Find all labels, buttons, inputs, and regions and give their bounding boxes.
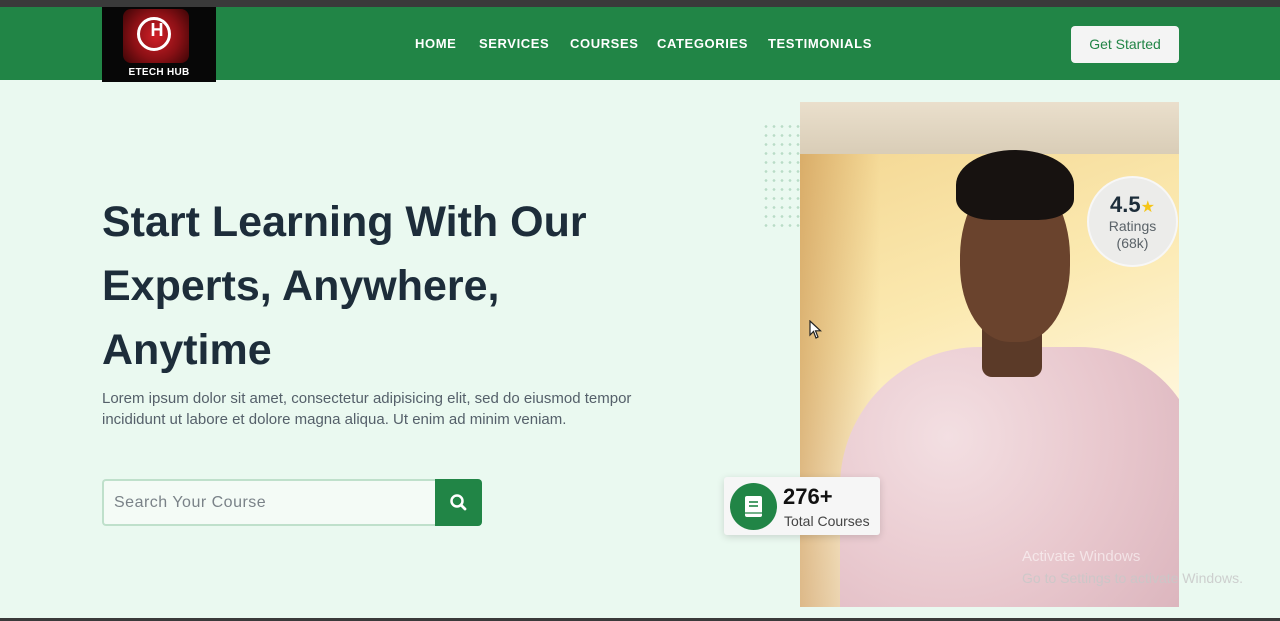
hero-description: Lorem ipsum dolor sit amet, consectetur … [102, 390, 632, 428]
os-activation-watermark-text: Go to Settings to activate Windows. [1022, 570, 1243, 586]
search-input[interactable] [104, 481, 436, 524]
course-search [102, 479, 436, 526]
logo-monogram: H [150, 20, 164, 40]
get-started-button[interactable]: Get Started [1071, 26, 1179, 63]
decorative-dot-grid [762, 122, 802, 232]
nav-testimonials[interactable]: TESTIMONIALS [768, 36, 872, 51]
photo-person-shirt [840, 347, 1179, 607]
rating-value-row: 4.5★ [1089, 192, 1176, 218]
headline-line-1: Start Learning With Our [102, 198, 587, 246]
search-icon [450, 494, 467, 511]
book-icon [745, 496, 762, 517]
mouse-cursor-icon [809, 320, 823, 339]
hero-headline: Start Learning With Our Experts, Anywher… [102, 190, 662, 382]
courses-label: Total Courses [784, 513, 870, 529]
star-icon: ★ [1140, 199, 1155, 216]
total-courses-badge: 276+ Total Courses [724, 477, 880, 535]
rating-value: 4.5 [1110, 192, 1141, 217]
rating-label: Ratings [1108, 218, 1157, 234]
nav-services[interactable]: SERVICES [479, 36, 549, 51]
rating-count: (68k) [1116, 235, 1149, 251]
search-button[interactable] [435, 479, 482, 526]
book-icon-circle [730, 483, 777, 530]
os-activation-watermark-title: Activate Windows [1022, 548, 1141, 565]
logo-text: ETECH HUB [128, 67, 190, 78]
nav-courses[interactable]: COURSES [570, 36, 639, 51]
courses-count: 276+ [783, 484, 833, 509]
photo-ceiling [800, 102, 1179, 154]
brand-logo[interactable]: H ETECH HUB [102, 7, 216, 82]
nav-categories[interactable]: CATEGORIES [657, 36, 748, 51]
nav-home[interactable]: HOME [415, 36, 456, 51]
rating-badge: 4.5★ Ratings (68k) [1089, 178, 1176, 265]
headline-line-3: Anytime [102, 326, 272, 374]
logo-emblem: H [123, 9, 189, 63]
headline-line-2: Experts, Anywhere, [102, 262, 500, 310]
browser-top-strip [0, 0, 1280, 7]
photo-person-hair [956, 150, 1074, 220]
